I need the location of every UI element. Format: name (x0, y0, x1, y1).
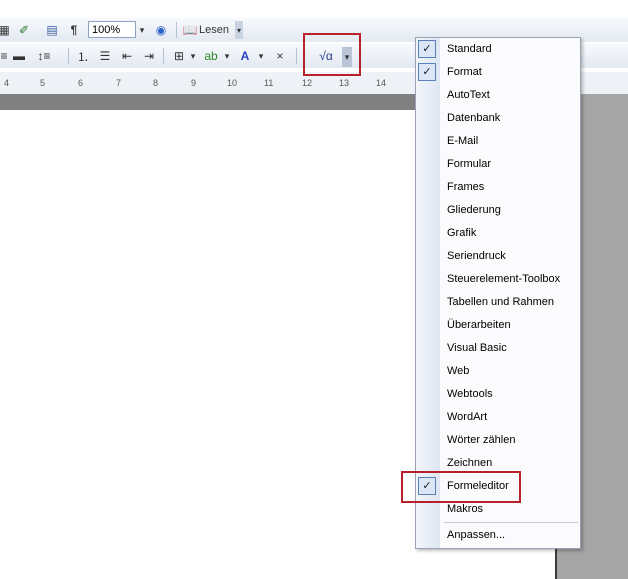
menu-item-label: Webtools (447, 388, 493, 400)
close-format-icon[interactable]: × (272, 48, 288, 64)
line-spacing-icon[interactable]: ↕≡ (32, 48, 56, 64)
ruler-number: 8 (153, 78, 159, 88)
menu-item-tabellen-und-rahmen[interactable]: Tabellen und Rahmen (416, 292, 580, 314)
toolbar-options-icon[interactable]: ▾ (235, 21, 243, 39)
menu-item-label: Datenbank (447, 112, 501, 124)
menu-separator (444, 522, 578, 523)
menu-item-wörter-zählen[interactable]: Wörter zählen (416, 430, 580, 452)
highlight-icon[interactable]: ab (202, 48, 220, 64)
menu-item-formular[interactable]: Formular (416, 154, 580, 176)
table-icon[interactable]: ▦ (0, 22, 10, 38)
menu-item-autotext[interactable]: AutoText (416, 85, 580, 107)
menu-item-datenbank[interactable]: Datenbank (416, 108, 580, 130)
menu-item-standard[interactable]: ✓ Standard (416, 39, 580, 61)
font-color-dropdown-icon[interactable]: ▾ (256, 48, 266, 64)
menu-item-label: Formular (447, 158, 492, 170)
reading-mode-label[interactable]: Lesen (198, 21, 230, 39)
reading-mode-icon[interactable]: 📖 (182, 21, 198, 39)
menu-item-steuerelement-toolbox[interactable]: Steuerelement-Toolbox (416, 269, 580, 291)
ruler-number: 9 (191, 78, 197, 88)
distributed-icon[interactable]: ▬ (12, 48, 26, 64)
increase-indent-icon[interactable]: ⇥ (140, 48, 158, 64)
border-icon[interactable]: ⊞ (170, 48, 188, 64)
menu-item-label: Überarbeiten (447, 319, 511, 331)
menu-item-e-mail[interactable]: E-Mail (416, 131, 580, 153)
menu-item-label: Format (447, 66, 482, 78)
zoom-field[interactable]: 100% (88, 21, 136, 38)
toolbar-separator (296, 48, 297, 64)
menu-item-gliederung[interactable]: Gliederung (416, 200, 580, 222)
border-dropdown-icon[interactable]: ▾ (188, 48, 198, 64)
menu-item-webtools[interactable]: Webtools (416, 384, 580, 406)
ruler-number: 7 (116, 78, 122, 88)
menu-item-label: Makros (447, 503, 484, 515)
menu-item-label: Frames (447, 181, 485, 193)
ruler-number: 4 (4, 78, 10, 88)
menu-item-anpassen[interactable]: Anpassen... (416, 525, 580, 547)
font-color-icon[interactable]: A (236, 48, 254, 64)
ruler-number: 11 (264, 78, 274, 88)
menu-item-label: Gliederung (447, 204, 501, 216)
drawing-icon[interactable]: ✐ (14, 21, 34, 39)
menu-item-seriendruck[interactable]: Seriendruck (416, 246, 580, 268)
menu-item-wordart[interactable]: WordArt (416, 407, 580, 429)
toolbar-separator (68, 48, 69, 64)
menu-item-überarbeiten[interactable]: Überarbeiten (416, 315, 580, 337)
align-justify-icon[interactable]: ≡ (0, 48, 8, 64)
menu-item-visual-basic[interactable]: Visual Basic (416, 338, 580, 360)
ruler-number: 12 (302, 78, 313, 88)
menu-item-grafik[interactable]: Grafik (416, 223, 580, 245)
menu-item-label: Zeichnen (447, 457, 493, 469)
menu-item-label: E-Mail (447, 135, 479, 147)
bullets-icon[interactable]: ☰ (96, 48, 114, 64)
menu-item-label: Web (447, 365, 470, 377)
highlight-dropdown-icon[interactable]: ▾ (222, 48, 232, 64)
formeleditor-highlight (401, 471, 521, 503)
ruler-number: 6 (78, 78, 84, 88)
show-formatting-icon[interactable]: ¶ (66, 21, 82, 39)
document-map-icon[interactable]: ▤ (42, 21, 62, 39)
menu-item-label: Grafik (447, 227, 477, 239)
menu-item-label: Wörter zählen (447, 434, 516, 446)
menu-item-label: AutoText (447, 89, 490, 101)
toolbar-separator (176, 22, 177, 38)
menu-item-label: Tabellen und Rahmen (447, 296, 555, 308)
zoom-dropdown-icon[interactable]: ▾ (136, 21, 148, 39)
menu-item-label: WordArt (447, 411, 488, 423)
menu-item-label: Steuerelement-Toolbox (447, 273, 561, 285)
check-icon: ✓ (418, 63, 436, 81)
decrease-indent-icon[interactable]: ⇤ (118, 48, 136, 64)
menu-item-format[interactable]: ✓ Format (416, 62, 580, 84)
menu-item-frames[interactable]: Frames (416, 177, 580, 199)
toolbar-separator (163, 48, 164, 64)
numbering-icon[interactable]: ⒈ (74, 48, 92, 64)
help-icon[interactable]: ◉ (152, 21, 170, 39)
ruler-number: 14 (376, 78, 387, 88)
ruler-number: 5 (40, 78, 46, 88)
check-icon: ✓ (418, 40, 436, 58)
menu-item-label: Anpassen... (447, 529, 506, 541)
ruler-number: 13 (339, 78, 350, 88)
formula-button-highlight (303, 33, 361, 76)
menu-item-label: Seriendruck (447, 250, 506, 262)
menu-item-web[interactable]: Web (416, 361, 580, 383)
ruler-number: 10 (227, 78, 238, 88)
menu-item-label: Standard (447, 43, 492, 55)
menu-item-label: Visual Basic (447, 342, 507, 354)
